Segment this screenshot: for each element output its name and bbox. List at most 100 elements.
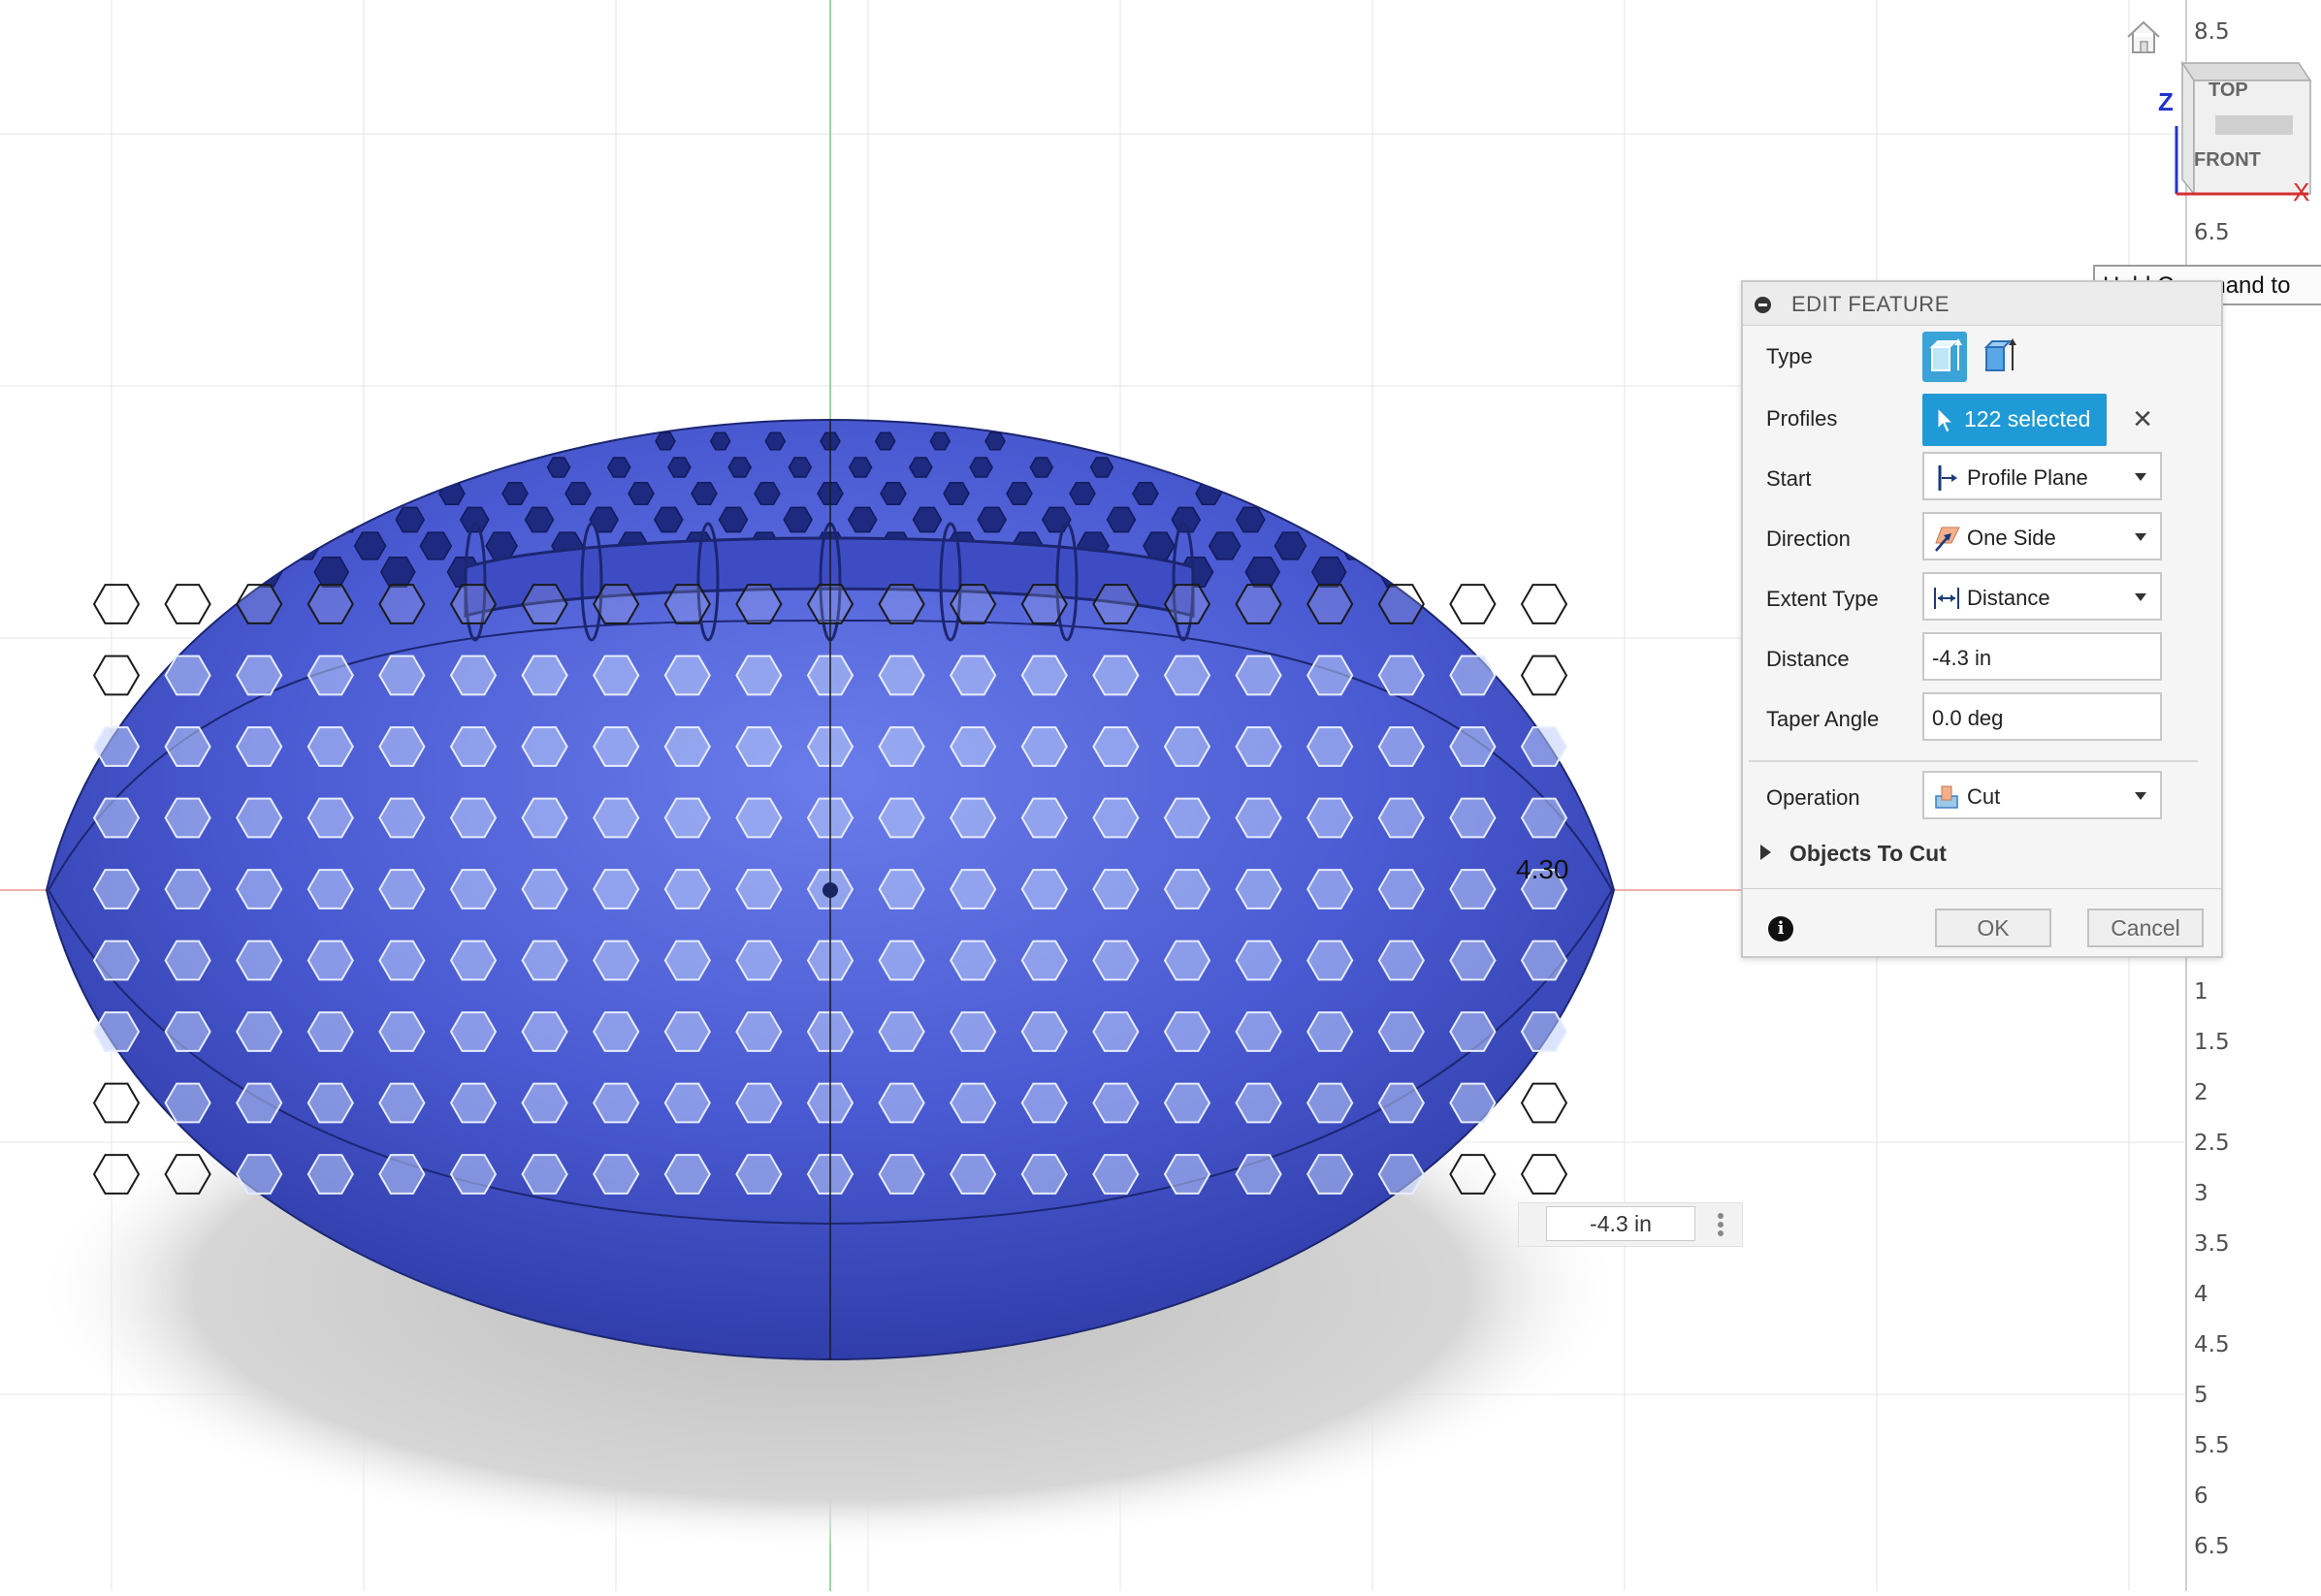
surface-hole (287, 531, 321, 560)
hexagon-profile (950, 1082, 997, 1124)
hexagon-profile (1449, 1011, 1497, 1052)
hexagon-profile (878, 584, 925, 624)
clear-selection-button[interactable]: × (2123, 399, 2162, 438)
edit-feature-panel: EDIT FEATURE Type Profiles 122 selected … (1741, 280, 2223, 958)
hexagon-profile (950, 1011, 997, 1052)
collapse-icon[interactable] (1755, 297, 1771, 313)
hexagon-profile (378, 584, 426, 624)
one-side-icon (1935, 527, 1960, 552)
cancel-button[interactable]: Cancel (2087, 909, 2204, 947)
cube-front-label[interactable]: FRONT (2194, 149, 2261, 172)
surface-hole (564, 481, 592, 506)
hexagon-profile (164, 1082, 211, 1124)
surface-hole (929, 431, 951, 451)
hexagon-profile (378, 869, 426, 910)
hexagon-profile (1163, 726, 1211, 767)
info-icon[interactable]: i (1768, 916, 1793, 942)
panel-title: EDIT FEATURE (1791, 292, 1950, 316)
operation-dropdown[interactable]: Cut (1922, 771, 2162, 819)
surface-hole (1143, 531, 1176, 560)
hexagon-profile (1235, 1011, 1282, 1052)
surface-hole (546, 457, 571, 478)
surface-hole (912, 506, 943, 533)
hexagon-profile (735, 1011, 783, 1052)
operation-value: Cut (1967, 784, 2001, 809)
hexagon-profile (1306, 1154, 1354, 1195)
cube-top-label[interactable]: TOP (2208, 80, 2248, 102)
hexagon-profile (1235, 1154, 1282, 1195)
extrude-type-button[interactable] (1922, 332, 1967, 382)
distance-input[interactable]: -4.3 in (1546, 1206, 1695, 1241)
hexagon-profile (663, 1011, 711, 1052)
axis-x-label: X (2293, 177, 2310, 207)
distance-icon (1934, 588, 1959, 609)
hexagon-profile (92, 726, 141, 767)
start-dropdown[interactable]: Profile Plane (1922, 452, 2162, 500)
profile-plane-icon (1938, 465, 1957, 491)
home-icon[interactable] (2124, 17, 2163, 56)
taper-angle-field[interactable]: 0.0 deg (1922, 692, 2162, 741)
axis-z-label: Z (2158, 87, 2174, 116)
hexagon-profile (306, 654, 354, 696)
hexagon-profile (1092, 726, 1140, 767)
ruler-label: 8.5 (2194, 19, 2230, 45)
hexagon-profile (1092, 869, 1140, 910)
hexagon-profile (878, 869, 925, 910)
hexagon-profile (593, 584, 640, 624)
hexagon-profile (663, 1082, 711, 1124)
ruler-label: 6.5 (2194, 1534, 2230, 1559)
surface-hole (1405, 531, 1438, 560)
hexagon-profile (378, 940, 426, 981)
panel-header[interactable]: EDIT FEATURE (1743, 282, 2221, 326)
surface-hole (977, 506, 1008, 533)
ruler-label: 4.5 (2194, 1332, 2230, 1357)
surface-hole (606, 457, 631, 478)
hexagon-profile (1235, 654, 1282, 696)
hexagon-profile (521, 654, 568, 696)
hexagon-profile (1235, 1082, 1282, 1124)
hexagon-profile (1449, 654, 1497, 696)
hexagon-profile (1306, 726, 1354, 767)
hexagon-profile (164, 797, 211, 839)
hexagon-profile (521, 1011, 568, 1052)
surface-hole (880, 481, 907, 506)
surface-hole (1235, 506, 1266, 533)
hexagon-profile (950, 940, 997, 981)
hexagon-profile (1020, 1011, 1068, 1052)
hexagon-profile (1235, 797, 1282, 839)
hexagon-profile (164, 869, 211, 910)
distance-manipulator: -4.3 in (1518, 1202, 1743, 1247)
ruler-label: 6.5 (2194, 220, 2230, 245)
hexagon-profile (92, 1082, 141, 1124)
more-options-icon[interactable] (1717, 1211, 1725, 1238)
hexagon-profile (164, 1154, 211, 1195)
hexagon-profile (1163, 1154, 1211, 1195)
profiles-selection-button[interactable]: 122 selected (1922, 394, 2107, 446)
hexagon-profile (236, 584, 283, 624)
ruler-label: 6 (2194, 1484, 2208, 1509)
thin-extrude-type-button[interactable] (1977, 332, 2021, 382)
hexagon-profile (1092, 1011, 1140, 1052)
chevron-right-icon[interactable] (1760, 845, 1771, 860)
hexagon-profile (1020, 1154, 1068, 1195)
hexagon-profile (593, 1082, 640, 1124)
hexagon-profile (521, 797, 568, 839)
distance-field[interactable]: -4.3 in (1922, 632, 2162, 681)
direction-dropdown[interactable]: One Side (1922, 512, 2162, 560)
hexagon-profile (735, 869, 783, 910)
hexagon-profile (1377, 726, 1425, 767)
hexagon-profile (164, 584, 211, 624)
hexagon-profile (878, 940, 925, 981)
extent-type-dropdown[interactable]: Distance (1922, 572, 2162, 621)
hexagon-profile (1092, 940, 1140, 981)
hexagon-profile (1449, 1154, 1497, 1195)
hexagon-profile (593, 1154, 640, 1195)
ok-button[interactable]: OK (1935, 909, 2051, 947)
hexagon-profile (663, 654, 711, 696)
hexagon-profile (92, 1011, 141, 1052)
objects-to-cut-label[interactable]: Objects To Cut (1789, 841, 1947, 867)
surface-hole (1041, 506, 1072, 533)
extent-type-value: Distance (1967, 586, 2050, 610)
surface-hole (908, 457, 933, 478)
dimension-label[interactable]: 4.30 (1516, 854, 1569, 884)
